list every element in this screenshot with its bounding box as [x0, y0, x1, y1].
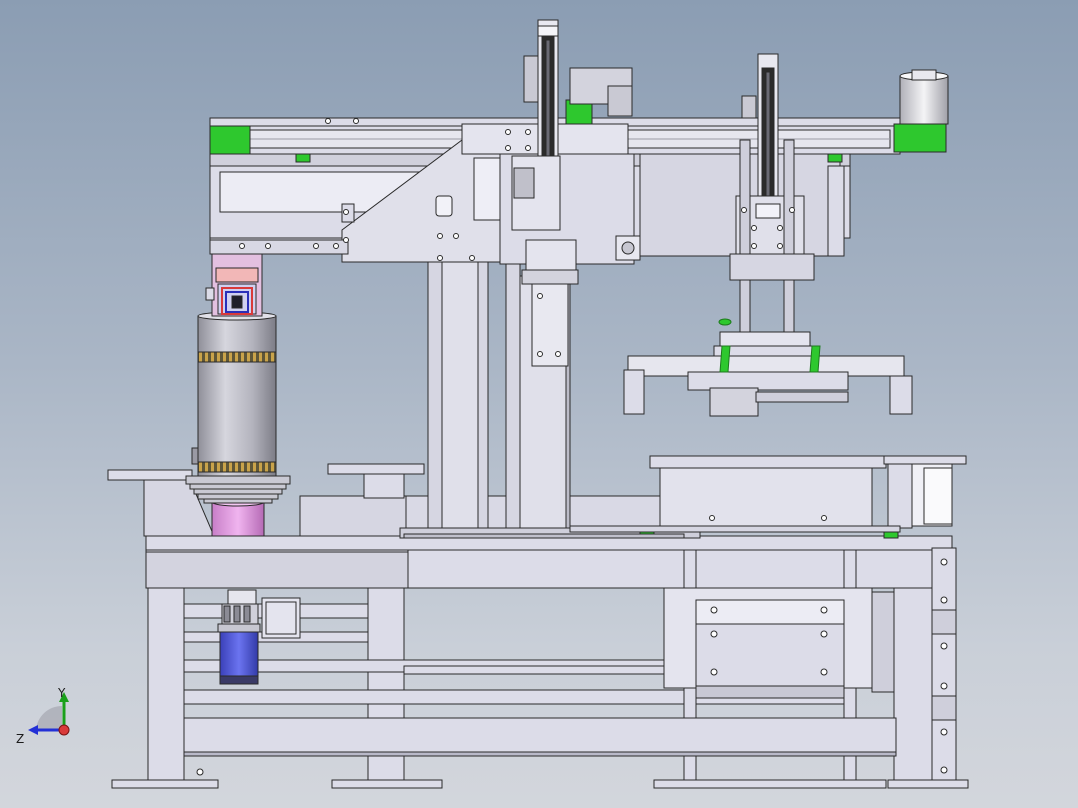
rail-e [183, 717, 897, 753]
cad-viewport[interactable]: Y Z [0, 0, 1078, 808]
foot-far-right [887, 779, 969, 789]
foot-left [111, 779, 219, 789]
cylinder-head [205, 253, 263, 317]
machine-assembly-drawing [107, 19, 969, 789]
green-endcap-left [209, 125, 251, 155]
right-end-motor [899, 69, 949, 125]
right-shelf [327, 463, 425, 475]
foot-mid [331, 779, 443, 789]
rail-f [403, 665, 685, 675]
view-cube-shadow [36, 705, 62, 730]
gripper-tray [623, 331, 913, 417]
left-shelf [107, 469, 193, 481]
conveyor-top [649, 455, 887, 469]
green-endcap-right [893, 123, 947, 153]
sensor-bracket [261, 597, 301, 639]
flange-stack [185, 475, 291, 504]
lower-drive-motor [217, 589, 261, 685]
rail-d [183, 689, 685, 705]
z-axis-label: Z [16, 732, 25, 746]
pink-spindle-base [211, 497, 265, 537]
foot-right [653, 779, 887, 789]
leg-1 [147, 587, 185, 781]
x-axis-dot [58, 724, 70, 736]
y-axis-label: Y [58, 686, 66, 700]
main-cylinder [191, 311, 277, 477]
right-conveyor [649, 455, 967, 529]
